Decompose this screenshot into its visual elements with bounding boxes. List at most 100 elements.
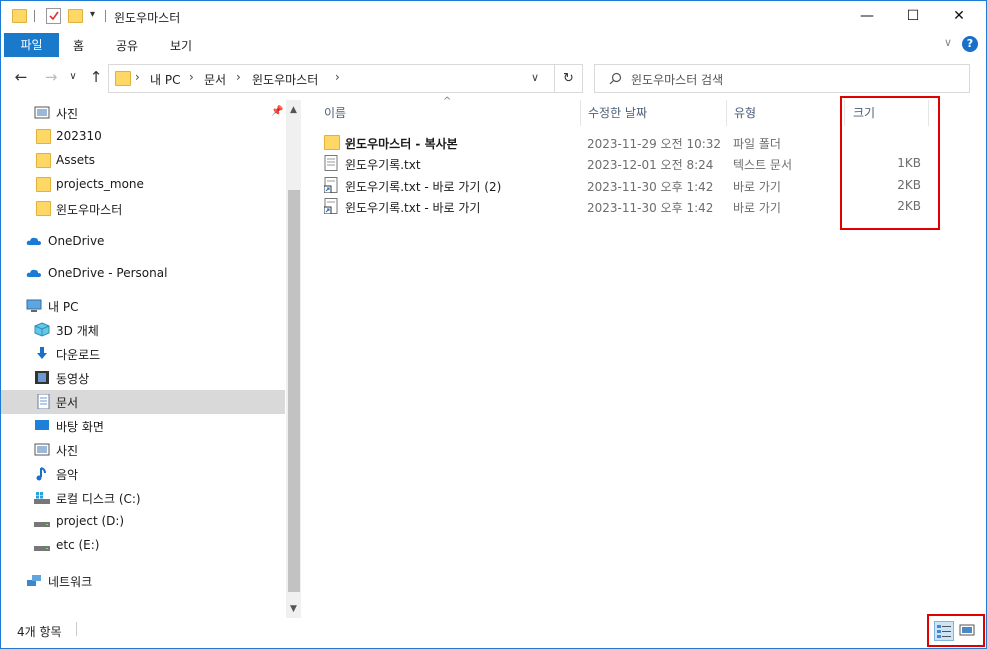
sidebar-item-label: 202310 [56,129,102,143]
address-dropdown-icon[interactable]: ∨ [531,71,539,84]
sidebar-item-onedrive-personal[interactable]: OneDrive - Personal [1,262,285,286]
file-name: 윈도우기록.txt - 바로 가기 [345,201,481,215]
pictures-icon [34,443,50,456]
up-button[interactable]: ↑ [87,67,105,87]
sidebar-item-pictures[interactable]: 사진 [1,438,285,462]
folder-icon [36,201,51,216]
sidebar-item-etc-e[interactable]: etc (E:) [1,534,285,558]
column-header-name[interactable]: 이름 [324,104,346,121]
sidebar-item-music[interactable]: 음악 [1,462,285,486]
scroll-up-arrow-icon[interactable]: ▲ [286,103,301,118]
folder-icon [36,129,51,144]
shortcut-icon [324,177,338,193]
help-icon[interactable]: ? [962,36,978,52]
3d-objects-icon [34,322,50,337]
breadcrumb-this-pc[interactable]: 내 PC [150,71,180,88]
forward-button[interactable]: → [42,67,60,87]
minimize-button[interactable]: — [844,1,890,31]
breadcrumb-separator[interactable]: › [335,70,340,84]
maximize-button[interactable]: ☐ [890,1,936,31]
breadcrumb-documents[interactable]: 문서 [204,71,226,88]
sidebar-item-label: 3D 개체 [56,324,99,338]
navigation-pane: 사진 📌 202310 Assets projects_mone 윈도우마스터 … [1,100,286,618]
folder-icon [36,177,51,192]
sidebar-item-network[interactable]: 네트워크 [1,569,285,593]
large-icons-view-icon [959,624,975,636]
search-icon [609,72,622,85]
file-type: 바로 가기 [733,201,781,215]
file-name: 윈도우기록.txt [345,158,421,172]
address-bar[interactable]: › 내 PC › 문서 › 윈도우마스터 › ∨ [108,64,555,93]
recent-locations-button[interactable]: ∨ [64,67,82,87]
tab-share[interactable]: 공유 [116,37,138,54]
sidebar-item-assets[interactable]: Assets [1,149,285,173]
title-bar: ▾ 윈도우마스터 — ☐ ✕ [1,1,986,31]
search-input[interactable]: 윈도우마스터 검색 [594,64,970,93]
sidebar-item-label: 윈도우마스터 [56,203,123,217]
sidebar-item-windowmaster[interactable]: 윈도우마스터 [1,197,285,221]
folder-icon [324,135,340,150]
documents-icon [37,394,50,409]
breadcrumb-current-folder[interactable]: 윈도우마스터 [252,71,318,88]
sidebar-item-local-disk-c[interactable]: 로컬 디스크 (C:) [1,486,285,510]
sidebar-item-pictures-quick[interactable]: 사진 [1,101,285,125]
sidebar-scrollbar-thumb[interactable] [288,190,300,592]
close-button[interactable]: ✕ [936,1,982,31]
details-view-button[interactable] [934,621,954,641]
sidebar-item-label: OneDrive [48,234,105,248]
cloud-icon [26,237,41,245]
cloud-icon [26,269,41,277]
tab-file[interactable]: 파일 [4,33,59,57]
size-column-highlight [840,96,940,230]
sidebar-item-onedrive[interactable]: OneDrive [1,230,285,254]
column-header-type[interactable]: 유형 [734,104,756,121]
sidebar-item-label: etc (E:) [56,538,100,552]
scroll-down-arrow-icon[interactable]: ▼ [286,602,301,617]
back-button[interactable]: ← [12,67,30,87]
video-icon [35,371,49,384]
breadcrumb-separator[interactable]: › [189,70,194,84]
column-divider[interactable] [580,100,581,126]
sidebar-item-project-d[interactable]: project (D:) [1,510,285,534]
sidebar-item-label: OneDrive - Personal [48,266,168,280]
folder-icon [115,71,131,86]
sidebar-item-videos[interactable]: 동영상 [1,366,285,390]
sidebar-item-label: 사진 [56,444,79,458]
music-icon [36,467,46,481]
tab-view[interactable]: 보기 [170,37,192,54]
sidebar-item-label: 동영상 [56,372,90,386]
file-date: 2023-11-30 오후 1:42 [587,201,714,215]
pin-icon[interactable]: 📌 [271,106,283,117]
expand-ribbon-icon[interactable]: ∨ [944,36,952,49]
breadcrumb-separator[interactable]: › [135,70,140,84]
refresh-button[interactable]: ↻ [554,64,583,93]
sidebar-item-desktop[interactable]: 바탕 화면 [1,414,285,438]
properties-icon[interactable] [46,8,61,24]
tab-home[interactable]: 홈 [73,37,84,54]
file-date: 2023-11-29 오전 10:32 [587,137,722,151]
sidebar-item-label: 음악 [56,468,79,482]
column-divider[interactable] [726,100,727,126]
sidebar-item-documents[interactable]: 문서 [1,390,285,414]
sidebar-item-this-pc[interactable]: 내 PC [1,294,285,318]
sidebar-item-label: project (D:) [56,514,125,528]
sidebar-item-label: 문서 [56,396,79,410]
sidebar-item-label: projects_mone [56,177,144,191]
sidebar-item-downloads[interactable]: 다운로드 [1,342,285,366]
file-date: 2023-12-01 오전 8:24 [587,158,714,172]
sidebar-item-projects-mone[interactable]: projects_mone [1,173,285,197]
sort-ascending-icon: ^ [443,96,452,107]
large-icons-view-button[interactable] [958,621,976,639]
column-header-date[interactable]: 수정한 날짜 [588,104,647,121]
sidebar-item-202310[interactable]: 202310 [1,125,285,149]
new-folder-icon[interactable] [68,9,83,23]
sidebar-item-label: 내 PC [48,300,79,314]
network-icon [27,575,41,586]
breadcrumb-separator[interactable]: › [236,70,241,84]
text-file-icon [324,155,338,171]
customize-toolbar-icon[interactable]: ▾ [90,9,95,20]
folder-icon [12,9,27,23]
file-name: 윈도우마스터 - 복사본 [345,137,458,151]
sidebar-item-label: Assets [56,153,96,167]
sidebar-item-3d-objects[interactable]: 3D 개체 [1,318,285,342]
